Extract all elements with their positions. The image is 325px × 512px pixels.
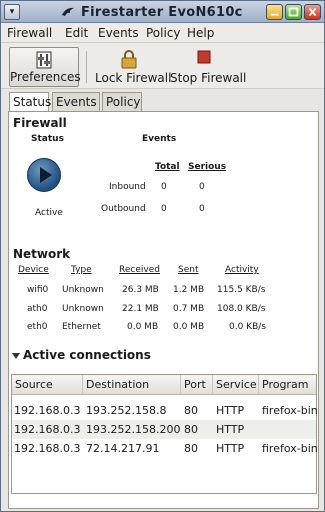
- minimize-button[interactable]: [266, 4, 283, 20]
- status-page: Firewall Status Events Active Total Seri…: [8, 111, 319, 509]
- menu-icon[interactable]: ▾: [4, 4, 20, 20]
- lock-firewall-label: Lock Firewall: [95, 71, 172, 85]
- network-header-sent: Sent: [178, 265, 199, 275]
- preferences-icon: [36, 51, 52, 69]
- network-type: Unknown: [62, 285, 104, 295]
- col-source[interactable]: Source: [12, 375, 83, 395]
- lock-firewall-button[interactable]: Lock Firewall: [95, 47, 172, 87]
- title-bar[interactable]: ▾ Firestarter EvoN610c: [1, 1, 324, 23]
- cell-service: HTTP: [216, 423, 245, 436]
- tab-events[interactable]: Events: [52, 92, 100, 112]
- network-header-type: Type: [71, 265, 92, 275]
- outbound-label: Outbound: [101, 204, 146, 214]
- lock-icon: [121, 50, 137, 69]
- network-header-received: Received: [119, 265, 160, 275]
- outbound-serious: 0: [199, 204, 205, 214]
- col-port[interactable]: Port: [181, 375, 213, 395]
- stop-firewall-label: Stop Firewall: [170, 71, 247, 85]
- cell-program: firefox-bin: [262, 404, 318, 417]
- network-section-title: Network: [13, 247, 71, 261]
- active-connections-title: Active connections: [23, 348, 151, 362]
- network-received: 0.0 MB: [127, 322, 159, 332]
- table-row[interactable]: 192.168.0.3 72.14.217.91 80 HTTP firefox…: [12, 439, 318, 458]
- stop-firewall-button[interactable]: Stop Firewall: [170, 47, 247, 87]
- col-program[interactable]: Program: [259, 375, 318, 395]
- menu-firewall[interactable]: Firewall: [7, 26, 52, 40]
- network-device: ath0: [27, 304, 48, 314]
- network-sent: 0.7 MB: [173, 304, 205, 314]
- close-icon: [308, 7, 317, 17]
- network-sent: 1.2 MB: [173, 285, 205, 295]
- menu-edit[interactable]: Edit: [65, 26, 88, 40]
- inbound-serious: 0: [199, 182, 205, 192]
- tab-policy[interactable]: Policy: [102, 92, 142, 112]
- network-type: Ethernet: [62, 322, 101, 332]
- cell-port: 80: [184, 423, 198, 436]
- collapse-arrow-icon: [12, 353, 20, 359]
- total-header: Total: [155, 162, 180, 172]
- cell-program: firefox-bin: [262, 442, 318, 455]
- preferences-button[interactable]: Preferences: [9, 47, 81, 87]
- network-activity: 108.0 KB/s: [217, 304, 266, 314]
- firewall-section-title: Firewall: [13, 116, 67, 130]
- toolbar-separator: [86, 51, 87, 83]
- cell-source: 192.168.0.3: [14, 442, 81, 455]
- network-type: Unknown: [62, 304, 104, 314]
- cell-port: 80: [184, 442, 198, 455]
- title-wrap: Firestarter EvoN610c: [61, 3, 243, 21]
- minimize-icon: [270, 13, 279, 16]
- serious-header: Serious: [188, 162, 227, 172]
- preferences-label: Preferences: [10, 70, 81, 84]
- network-activity: 115.5 KB/s: [217, 285, 266, 295]
- cell-source: 192.168.0.3: [14, 423, 81, 436]
- cell-service: HTTP: [216, 442, 245, 455]
- inbound-total: 0: [161, 182, 167, 192]
- play-icon: [40, 167, 52, 183]
- firestarter-logo-icon: [62, 7, 74, 16]
- tab-status[interactable]: Status: [9, 92, 51, 113]
- cell-service: HTTP: [216, 404, 245, 417]
- firestarter-window: ▾ Firestarter EvoN610c Firewall Edit Eve…: [0, 0, 325, 512]
- play-button[interactable]: [27, 158, 61, 192]
- cell-destination: 193.252.158.200: [86, 423, 181, 436]
- cell-source: 192.168.0.3: [14, 404, 81, 417]
- toolbar: Preferences Lock Firewall Stop Firewall: [1, 43, 324, 89]
- network-sent: 0.0 MB: [173, 322, 205, 332]
- menu-help[interactable]: Help: [187, 26, 214, 40]
- firewall-state: Active: [35, 208, 63, 218]
- network-received: 26.3 MB: [122, 285, 159, 295]
- close-button[interactable]: [304, 4, 321, 20]
- table-row[interactable]: 192.168.0.3 193.252.158.8 80 HTTP firefo…: [12, 401, 318, 420]
- maximize-icon: [288, 7, 299, 17]
- network-received: 22.1 MB: [122, 304, 159, 314]
- menu-events[interactable]: Events: [98, 26, 139, 40]
- col-destination[interactable]: Destination: [83, 375, 181, 395]
- events-header: Events: [142, 134, 177, 144]
- network-device: eth0: [27, 322, 48, 332]
- connections-table[interactable]: Source Destination Port Service Program …: [11, 374, 318, 494]
- maximize-button[interactable]: [285, 4, 302, 20]
- menu-bar: Firewall Edit Events Policy Help: [1, 23, 324, 43]
- connections-header-row: Source Destination Port Service Program: [12, 375, 316, 395]
- col-service[interactable]: Service: [213, 375, 259, 395]
- status-header: Status: [31, 134, 64, 144]
- window-title: Firestarter EvoN610c: [81, 4, 243, 20]
- cell-destination: 72.14.217.91: [86, 442, 160, 455]
- outbound-total: 0: [161, 204, 167, 214]
- table-row[interactable]: 192.168.0.3 193.252.158.200 80 HTTP: [12, 420, 316, 439]
- menu-policy[interactable]: Policy: [146, 26, 181, 40]
- stop-icon: [197, 50, 211, 64]
- inbound-label: Inbound: [109, 182, 146, 192]
- network-header-device: Device: [18, 265, 49, 275]
- network-device: wifi0: [27, 285, 49, 295]
- network-activity: 0.0 KB/s: [229, 322, 266, 332]
- network-header-activity: Activity: [225, 265, 259, 275]
- cell-destination: 193.252.158.8: [86, 404, 167, 417]
- cell-port: 80: [184, 404, 198, 417]
